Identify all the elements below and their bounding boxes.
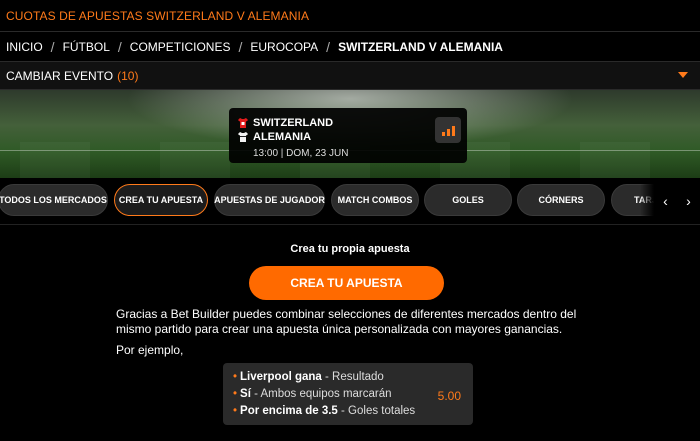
example-bet-card: • Liverpool gana - Resultado • Sí - Ambos … [223, 363, 473, 425]
home-team-name: SWITZERLAND [253, 117, 334, 129]
example-selection: • Por encima de 3.5 - Goles totales [233, 405, 416, 417]
tab-apuestas-de-jugador[interactable]: APUESTAS DE JUGADOR [214, 184, 325, 216]
bullet-icon: • [233, 405, 238, 417]
breadcrumb-item-futbol[interactable]: FÚTBOL [63, 40, 110, 54]
breadcrumb-separator: / [50, 38, 55, 55]
home-shirt-icon [238, 118, 248, 128]
event-datetime: 13:00 | DOM, 23 JUN [253, 148, 349, 159]
tab-crea-tu-apuesta[interactable]: CREA TU APUESTA [114, 184, 208, 216]
example-selection: • Liverpool gana - Resultado [233, 371, 384, 383]
breadcrumb-separator: / [238, 38, 243, 55]
bet-builder-description: Gracias a Bet Builder puedes combinar se… [116, 307, 577, 336]
breadcrumb-item-current: SWITZERLAND V ALEMANIA [338, 39, 503, 54]
crea-tu-apuesta-button[interactable]: CREA TU APUESTA [249, 266, 444, 300]
page-title-bar: CUOTAS DE APUESTAS SWITZERLAND V ALEMANI… [0, 0, 700, 32]
breadcrumb: INICIO / FÚTBOL / COMPETICIONES / EUROCO… [0, 32, 700, 62]
away-shirt-icon [238, 132, 248, 142]
breadcrumb-separator: / [326, 38, 331, 55]
breadcrumb-item-eurocopa[interactable]: EUROCOPA [250, 40, 318, 54]
chevron-right-icon[interactable]: › [686, 193, 691, 209]
example-selection: • Sí - Ambos equipos marcarán [233, 388, 392, 400]
bet-builder-heading: Crea tu propia apuesta [290, 243, 410, 255]
change-event-count: (10) [117, 68, 139, 83]
breadcrumb-item-competiciones[interactable]: COMPETICIONES [130, 40, 231, 54]
change-event-dropdown[interactable]: CAMBIAR EVENTO (10) [0, 62, 700, 90]
breadcrumb-separator: / [117, 38, 122, 55]
bullet-icon: • [233, 371, 238, 383]
example-odds: 5.00 [437, 389, 461, 403]
tab-match-combos[interactable]: MATCH COMBOS [331, 184, 419, 216]
divider [0, 224, 700, 225]
event-card: SWITZERLAND ALEMANIA 13:00 | DOM, 23 JUN [229, 108, 467, 163]
bullet-icon: • [233, 388, 238, 400]
tab-corners[interactable]: CÓRNERS [517, 184, 605, 216]
stats-button[interactable] [435, 117, 461, 143]
breadcrumb-item-inicio[interactable]: INICIO [6, 40, 43, 54]
market-tabs: TODOS LOS MERCADOS CREA TU APUESTA APUES… [0, 184, 700, 218]
bar-chart-icon [441, 132, 445, 136]
tab-goles[interactable]: GOLES [424, 184, 512, 216]
tabs-fade [640, 184, 654, 218]
page-title: CUOTAS DE APUESTAS SWITZERLAND V ALEMANI… [6, 8, 310, 23]
tab-todos-los-mercados[interactable]: TODOS LOS MERCADOS [0, 184, 108, 216]
example-label: Por ejemplo, [116, 343, 184, 357]
chevron-down-icon [678, 72, 688, 78]
tab-scroll-controls: ‹ › [654, 184, 700, 218]
chevron-left-icon[interactable]: ‹ [663, 193, 668, 209]
away-team-name: ALEMANIA [253, 131, 312, 143]
change-event-label: CAMBIAR EVENTO [6, 68, 114, 83]
